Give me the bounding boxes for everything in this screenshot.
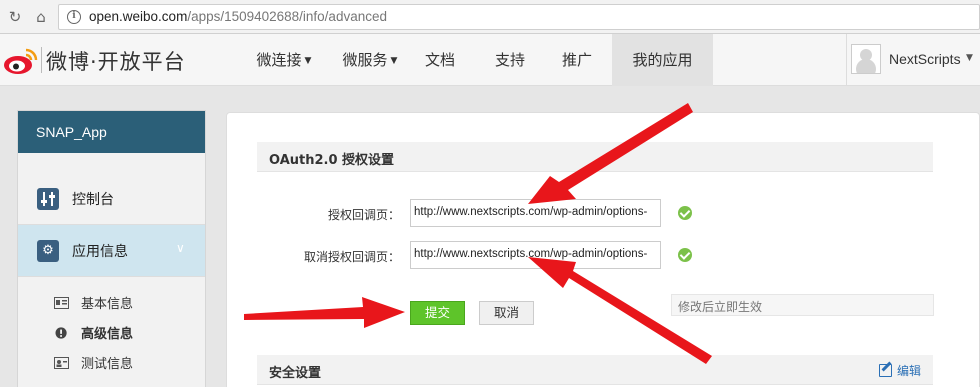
cancel-callback-url-input[interactable]: http://www.nextscripts.com/wp-admin/opti… [410,241,661,269]
sidebar-subitem-test-info[interactable]: 测试信息 [54,353,133,375]
caret-down-icon: ▼ [390,56,398,66]
app-title: SNAP_App [18,111,205,153]
callback-url-input[interactable]: http://www.nextscripts.com/wp-admin/opti… [410,199,661,227]
site-header: 微博·开放平台 微连接 ▼ 微服务 ▼ 文档 支持 推广 我的应用 NextScri… [0,34,980,86]
oauth-section-header: OAuth2.0 授权设置 [257,142,933,172]
hint-text: 修改后立即生效 [671,294,934,316]
sliders-icon [37,188,59,210]
home-icon[interactable]: ⌂ [31,7,51,27]
user-card-icon [54,357,69,369]
edit-link[interactable]: 编辑 [879,362,921,379]
nav-promote[interactable]: 推广 [551,34,603,86]
nav-docs[interactable]: 文档 [414,34,466,86]
gear-icon: ⚙ [37,240,59,262]
user-name[interactable]: NextScripts [889,51,961,67]
nav-support[interactable]: 支持 [484,34,536,86]
sidebar-item-console[interactable]: 控制台 [18,173,205,225]
security-section-header: 安全设置 [257,355,933,385]
edit-icon [879,364,892,377]
url-text: open.weibo.com/apps/1509402688/info/adva… [89,9,387,24]
sidebar-item-label: 控制台 [72,192,114,208]
nav-weilianjie[interactable]: 微连接 ▼ [244,34,324,86]
chevron-down-icon: ∨ [176,241,185,255]
nav-my-apps[interactable]: 我的应用 [612,34,713,86]
id-card-icon [54,297,69,309]
exclamation-icon [55,327,67,339]
cancel-callback-label: 取消授权回调页： [303,250,400,264]
sidebar-subitem-basic-info[interactable]: 基本信息 [54,293,133,315]
info-icon[interactable]: i [67,10,81,24]
sidebar-item-app-info[interactable]: ⚙ 应用信息 ∨ [18,225,205,277]
section-title: 安全设置 [269,366,322,381]
main-panel: OAuth2.0 授权设置 授权回调页： http://www.nextscri… [226,112,980,387]
address-bar[interactable]: i open.weibo.com/apps/1509402688/info/ad… [58,4,980,30]
submit-button[interactable]: 提交 [410,301,465,325]
avatar[interactable] [851,44,881,74]
caret-down-icon: ▼ [304,56,312,66]
logo-text[interactable]: 微博·开放平台 [46,46,186,76]
section-title: OAuth2.0 授权设置 [269,153,395,168]
sidebar-item-label: 应用信息 [72,244,128,260]
logo-divider [41,47,42,73]
reload-icon[interactable]: ↻ [5,7,25,27]
weibo-logo-icon[interactable] [2,44,40,76]
sidebar: SNAP_App 控制台 ⚙ 应用信息 ∨ 基本信息 高级信息 测试信息 [17,110,206,387]
cancel-button[interactable]: 取消 [479,301,534,325]
caret-down-icon[interactable]: ▼ [966,53,973,63]
callback-label: 授权回调页： [327,208,400,222]
nav-weifuwu[interactable]: 微服务 ▼ [330,34,410,86]
browser-toolbar: ↻ ⌂ i open.weibo.com/apps/1509402688/inf… [0,0,980,34]
check-icon [678,248,692,262]
sidebar-subitem-advanced-info[interactable]: 高级信息 [54,323,133,345]
user-menu[interactable]: NextScripts ▼ [846,34,980,86]
check-icon [678,206,692,220]
